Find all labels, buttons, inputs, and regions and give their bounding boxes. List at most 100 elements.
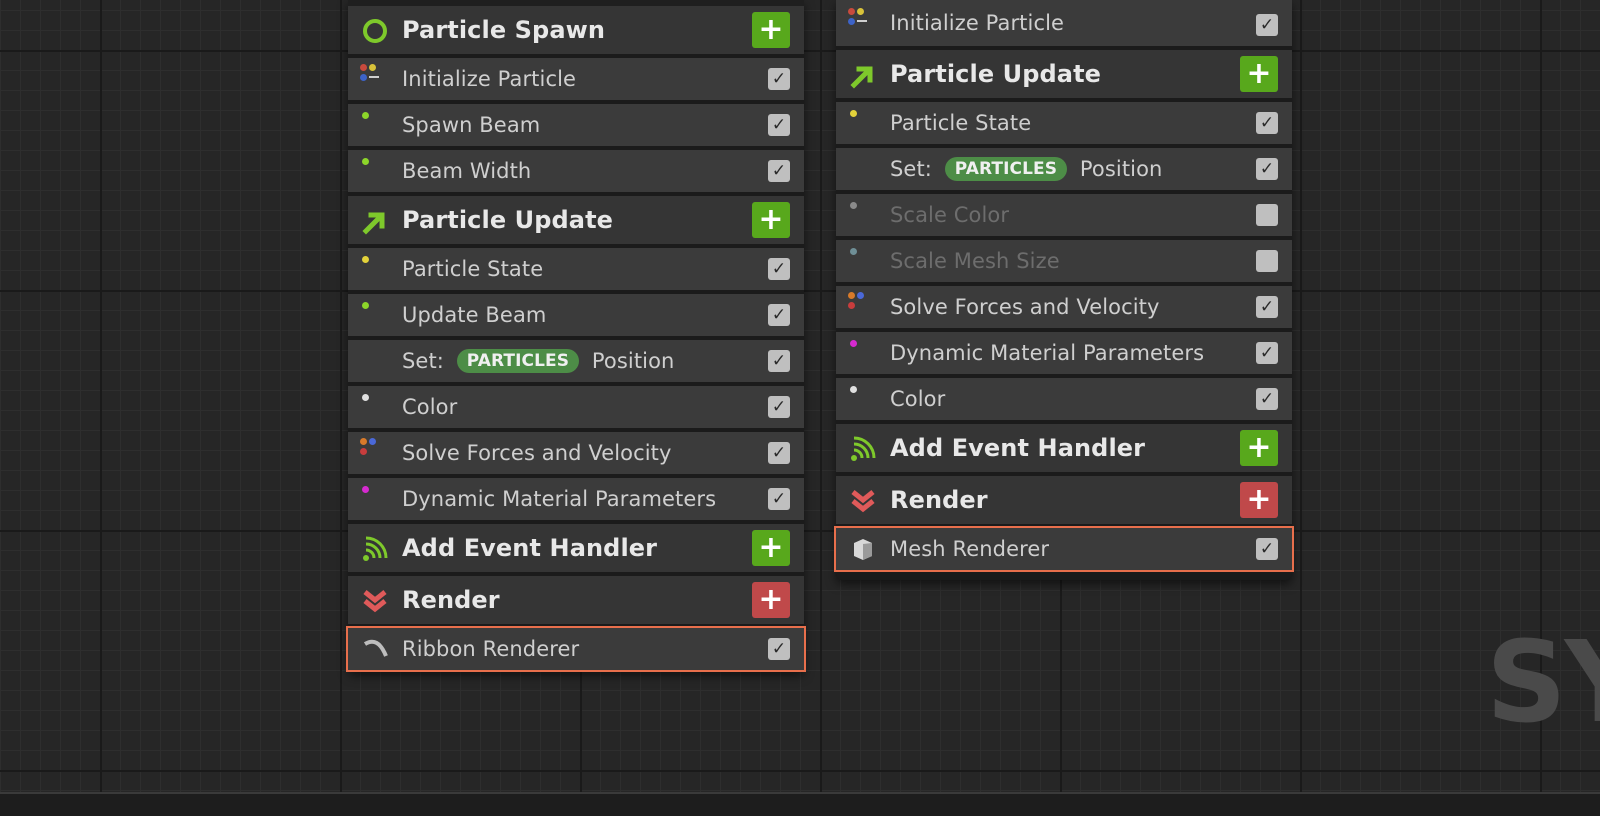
module-label: Dynamic Material Parameters <box>402 487 717 511</box>
enable-checkbox[interactable]: ✓ <box>768 304 790 326</box>
module-label: Scale Mesh Size <box>890 249 1060 273</box>
section-particle-update[interactable]: Particle Update + <box>348 196 804 244</box>
module-label: Set: PARTICLES Position <box>890 157 1162 181</box>
add-event-button[interactable]: + <box>752 530 790 566</box>
module-label: Initialize Particle <box>402 67 577 91</box>
add-module-button[interactable]: + <box>752 12 790 48</box>
section-particle-update[interactable]: Particle Update + <box>836 50 1292 98</box>
module-dot-icon <box>362 486 369 493</box>
namespace-pill: PARTICLES <box>456 349 580 373</box>
enable-checkbox[interactable]: ✓ <box>768 350 790 372</box>
section-add-event-handler[interactable]: Add Event Handler + <box>348 524 804 572</box>
emitter-stack-left: Particle Spawn + Initialize Particle ✓ S… <box>346 0 806 672</box>
module-scale-mesh-size[interactable]: Scale Mesh Size <box>836 240 1292 282</box>
module-label: Solve Forces and Velocity <box>890 295 1160 319</box>
enable-checkbox[interactable]: ✓ <box>1256 14 1278 36</box>
add-module-button[interactable]: + <box>1240 56 1278 92</box>
set-suffix: Position <box>1079 157 1163 181</box>
module-label: Color <box>890 387 946 411</box>
module-beam-width[interactable]: Beam Width ✓ <box>348 150 804 192</box>
set-prefix: Set: <box>890 157 932 181</box>
module-initialize-particle[interactable]: Initialize Particle ✓ <box>836 0 1292 46</box>
module-set-position[interactable]: Set: PARTICLES Position ✓ <box>836 148 1292 190</box>
module-label: Set: PARTICLES Position <box>402 349 674 373</box>
section-label: Render <box>890 486 988 514</box>
module-color-swatch-icon <box>360 64 382 84</box>
module-dot-icon <box>362 256 369 263</box>
module-label: Beam Width <box>402 159 532 183</box>
module-color[interactable]: Color ✓ <box>348 386 804 428</box>
enable-checkbox[interactable] <box>1256 204 1278 226</box>
enable-checkbox[interactable]: ✓ <box>1256 342 1278 364</box>
set-prefix: Set: <box>402 349 444 373</box>
add-module-button[interactable]: + <box>752 202 790 238</box>
enable-checkbox[interactable]: ✓ <box>1256 388 1278 410</box>
module-solve-forces[interactable]: Solve Forces and Velocity ✓ <box>836 286 1292 328</box>
module-dynamic-material-params[interactable]: Dynamic Material Parameters ✓ <box>836 332 1292 374</box>
module-scale-color[interactable]: Scale Color <box>836 194 1292 236</box>
module-solve-forces[interactable]: Solve Forces and Velocity ✓ <box>348 432 804 474</box>
enable-checkbox[interactable]: ✓ <box>768 442 790 464</box>
module-label: Update Beam <box>402 303 547 327</box>
event-wave-icon <box>360 534 390 564</box>
section-label: Particle Update <box>402 206 614 234</box>
module-dot-icon <box>850 110 857 117</box>
graph-watermark: SY <box>1486 618 1600 748</box>
enable-checkbox[interactable]: ✓ <box>768 396 790 418</box>
module-particle-state[interactable]: Particle State ✓ <box>348 248 804 290</box>
module-dot-icon <box>362 302 369 309</box>
module-update-beam[interactable]: Update Beam ✓ <box>348 294 804 336</box>
set-suffix: Position <box>591 349 675 373</box>
module-color-swatch-icon <box>360 438 382 458</box>
module-dot-icon <box>850 248 857 255</box>
module-label: Particle State <box>402 257 544 281</box>
add-event-button[interactable]: + <box>1240 430 1278 466</box>
enable-checkbox[interactable]: ✓ <box>768 258 790 280</box>
module-set-position[interactable]: Set: PARTICLES Position ✓ <box>348 340 804 382</box>
section-particle-spawn[interactable]: Particle Spawn + <box>348 6 804 54</box>
enable-checkbox[interactable]: ✓ <box>768 160 790 182</box>
enable-checkbox[interactable]: ✓ <box>1256 158 1278 180</box>
module-initialize-particle[interactable]: Initialize Particle ✓ <box>348 58 804 100</box>
module-mesh-renderer[interactable]: Mesh Renderer ✓ <box>834 526 1294 572</box>
module-label: Mesh Renderer <box>890 537 1050 561</box>
module-color-swatch-icon <box>848 292 870 312</box>
module-label: Dynamic Material Parameters <box>890 341 1205 365</box>
mesh-cube-icon <box>848 534 878 564</box>
enable-checkbox[interactable]: ✓ <box>768 68 790 90</box>
enable-checkbox[interactable]: ✓ <box>1256 112 1278 134</box>
enable-checkbox[interactable]: ✓ <box>1256 538 1278 560</box>
module-label: Color <box>402 395 458 419</box>
module-color-swatch-icon <box>848 8 870 28</box>
add-renderer-button[interactable]: + <box>1240 482 1278 518</box>
section-add-event-handler[interactable]: Add Event Handler + <box>836 424 1292 472</box>
module-label: Particle State <box>890 111 1032 135</box>
module-spawn-beam[interactable]: Spawn Beam ✓ <box>348 104 804 146</box>
section-render[interactable]: Render + <box>836 476 1292 524</box>
module-ribbon-renderer[interactable]: Ribbon Renderer ✓ <box>346 626 806 672</box>
enable-checkbox[interactable]: ✓ <box>768 638 790 660</box>
render-chevron-icon <box>360 586 390 616</box>
section-render[interactable]: Render + <box>348 576 804 624</box>
section-label: Add Event Handler <box>402 534 658 562</box>
enable-checkbox[interactable]: ✓ <box>768 114 790 136</box>
module-label: Solve Forces and Velocity <box>402 441 672 465</box>
module-color[interactable]: Color ✓ <box>836 378 1292 420</box>
spawn-ring-icon <box>360 16 390 46</box>
module-dot-icon <box>850 340 857 347</box>
module-dot-icon <box>362 394 369 401</box>
section-label: Render <box>402 586 500 614</box>
enable-checkbox[interactable]: ✓ <box>768 488 790 510</box>
bottom-bar <box>0 792 1600 816</box>
update-arrow-icon <box>360 206 390 236</box>
module-label: Spawn Beam <box>402 113 541 137</box>
module-particle-state[interactable]: Particle State ✓ <box>836 102 1292 144</box>
ribbon-icon <box>360 634 390 664</box>
enable-checkbox[interactable] <box>1256 250 1278 272</box>
module-dot-icon <box>362 158 369 165</box>
add-renderer-button[interactable]: + <box>752 582 790 618</box>
enable-checkbox[interactable]: ✓ <box>1256 296 1278 318</box>
module-dynamic-material-params[interactable]: Dynamic Material Parameters ✓ <box>348 478 804 520</box>
update-arrow-icon <box>848 60 878 90</box>
module-dot-icon <box>362 112 369 119</box>
